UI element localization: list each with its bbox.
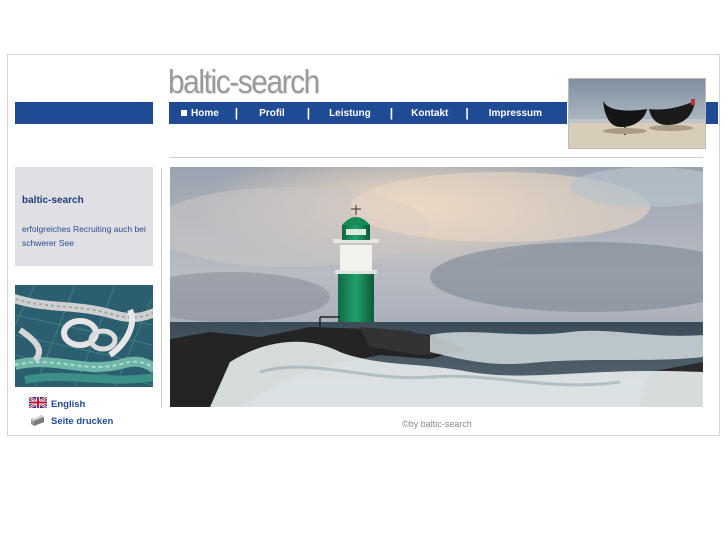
nav-profil[interactable]: Profil: [259, 108, 285, 119]
ropes-net-photo: [15, 285, 153, 387]
nav-home-label: Home: [191, 107, 219, 119]
nav-leistung-label: Leistung: [329, 107, 371, 119]
site-logo[interactable]: baltic-search: [168, 64, 320, 100]
copyright-text: ©by baltic-search: [402, 419, 472, 429]
nav-kontakt[interactable]: Kontakt: [411, 108, 448, 119]
lighthouse-hero-image: [170, 167, 703, 407]
print-page-link[interactable]: Seite drucken: [29, 413, 113, 430]
uk-flag-icon: [28, 395, 48, 411]
right-header-bar: [705, 102, 718, 124]
nav-separator: |: [306, 106, 311, 120]
info-box-tagline: erfolgreiches Recruiting auch bei schwer…: [22, 224, 146, 248]
nav-kontakt-label: Kontakt: [411, 107, 449, 119]
header-divider: [170, 157, 703, 158]
nav-profil-label: Profil: [259, 107, 285, 119]
info-box: baltic-search erfolgreiches Recruiting a…: [15, 167, 153, 266]
nav-separator: |: [389, 106, 394, 120]
nav-impressum[interactable]: Impressum: [489, 108, 542, 119]
info-box-title: baltic-search: [22, 195, 84, 206]
nav-leistung[interactable]: Leistung: [329, 108, 371, 119]
language-link-label: English: [51, 398, 86, 410]
printer-icon: [29, 413, 45, 430]
main-navigation: Home | Profil | Leistung | Kontakt | Imp…: [169, 102, 567, 124]
nav-separator: |: [465, 106, 469, 120]
language-link-english[interactable]: English: [28, 395, 86, 411]
boats-photo: [568, 78, 706, 149]
print-link-label: Seite drucken: [51, 416, 114, 427]
nav-impressum-label: Impressum: [488, 107, 543, 119]
left-header-bar: [15, 102, 153, 124]
home-bullet-icon: [181, 110, 187, 116]
sidebar-divider: [161, 168, 162, 408]
nav-home[interactable]: Home: [181, 108, 219, 119]
nav-separator: |: [234, 106, 239, 120]
